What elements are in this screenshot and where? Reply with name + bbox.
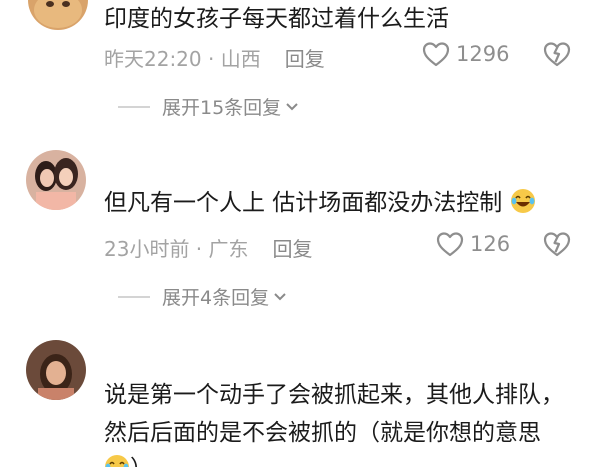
avatar[interactable] [26, 150, 86, 210]
heart-icon [436, 232, 464, 257]
avatar-photo [26, 340, 86, 400]
like-count: 1296 [456, 42, 510, 66]
heart-icon [422, 42, 450, 67]
dislike-icon[interactable] [542, 230, 572, 258]
comment-text: 印度的女孩子每天都过着什么生活 [104, 6, 449, 32]
chevron-down-icon [274, 292, 286, 300]
like-button[interactable]: 1296 [422, 41, 509, 67]
reply-button[interactable]: 回复 [285, 47, 325, 71]
expand-replies-label: 展开4条回复 [162, 287, 270, 309]
comment-meta: 23小时前 · 广东 回复 [104, 233, 313, 262]
chevron-down-icon [286, 102, 298, 110]
comment-location: 广东 [208, 237, 249, 261]
like-button[interactable]: 126 [436, 231, 510, 257]
dislike-icon[interactable] [542, 40, 572, 68]
comment-text-line: 然后后面的是不会被抓的（就是你想的意思 [104, 420, 541, 446]
laughing-emoji-icon [105, 455, 129, 467]
avatar[interactable] [26, 340, 86, 400]
expand-replies-button[interactable]: 展开15条回复 [118, 93, 299, 120]
meta-separator: · [189, 237, 209, 261]
comment-text-line: ） [104, 452, 153, 467]
avatar-photo [26, 150, 86, 210]
comment-text-content: 但凡有一个人上 估计场面都没办法控制 [104, 190, 503, 216]
comment-meta: 昨天22:20 · 山西 回复 [104, 43, 325, 72]
comment-time: 23小时前 [104, 237, 190, 261]
comment-text: 但凡有一个人上 估计场面都没办法控制 [104, 186, 536, 220]
meta-separator: · [201, 47, 221, 71]
divider-line [118, 295, 150, 298]
comment-time: 昨天22:20 [104, 47, 202, 71]
like-count: 126 [470, 232, 511, 256]
laughing-emoji-icon [510, 189, 535, 213]
expand-replies-label: 展开15条回复 [162, 97, 282, 119]
expand-replies-button[interactable]: 展开4条回复 [118, 283, 287, 310]
divider-line [118, 105, 150, 108]
avatar-cat-image [28, 0, 88, 30]
comment-text-end: ） [130, 456, 153, 467]
comment-text-line: 说是第一个动手了会被抓起来，其他人排队， [104, 382, 564, 408]
avatar[interactable] [28, 0, 88, 30]
comment-location: 山西 [220, 47, 261, 71]
username-partial[interactable] [104, 152, 110, 171]
reply-button[interactable]: 回复 [273, 237, 313, 261]
username-partial[interactable] [104, 343, 110, 362]
